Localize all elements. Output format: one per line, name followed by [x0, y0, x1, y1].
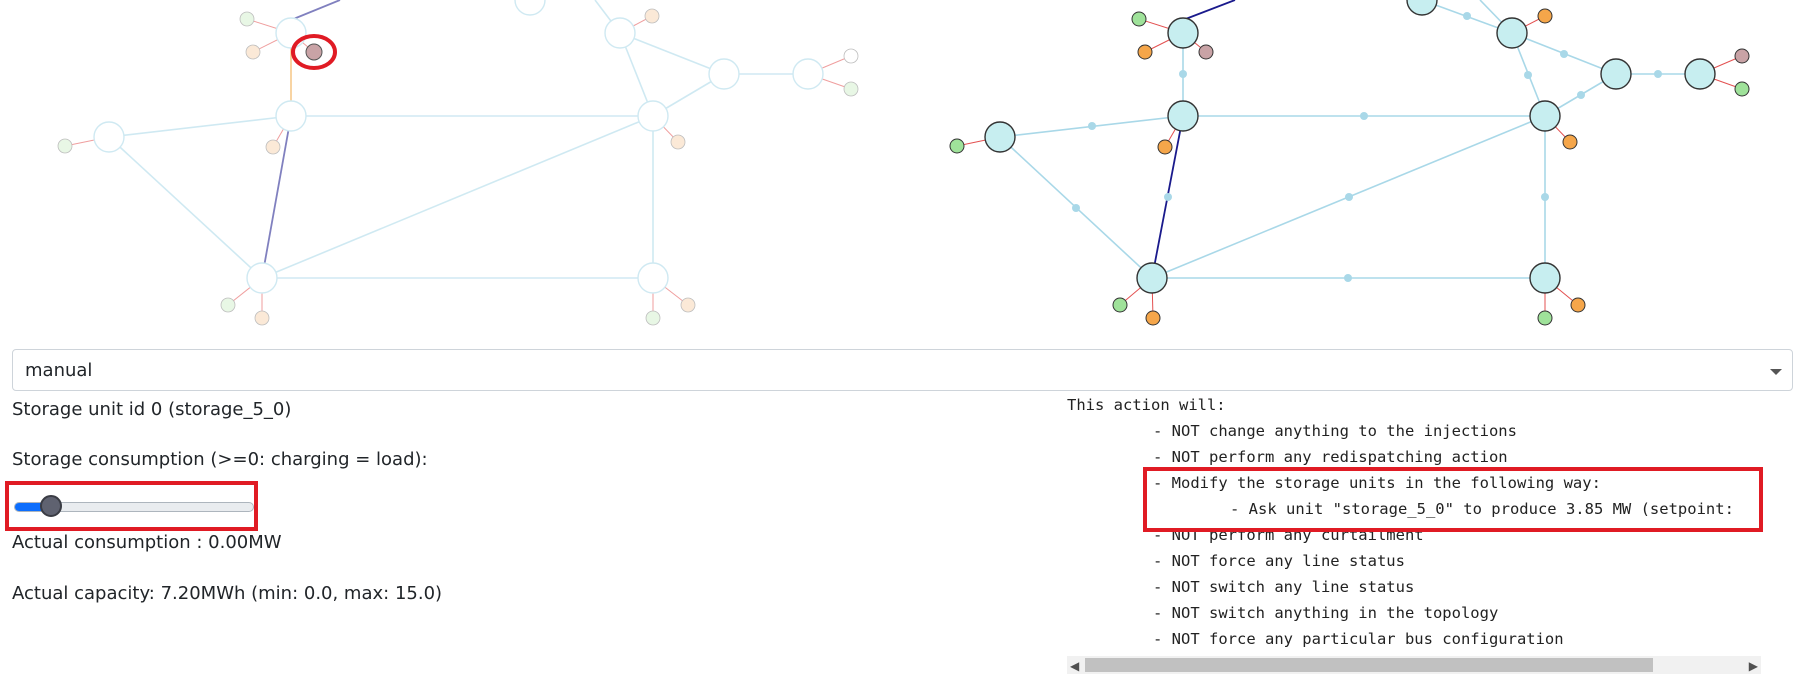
horizontal-scrollbar[interactable]: ◀ ▶ — [1067, 656, 1761, 674]
mode-select[interactable]: manual — [12, 349, 1793, 391]
scroll-left-icon[interactable]: ◀ — [1070, 659, 1079, 673]
power-grid-view — [0, 0, 1803, 340]
scrollbar-thumb[interactable] — [1085, 658, 1653, 672]
action-line: - NOT switch any line status — [1153, 578, 1415, 596]
storage-unit-icon[interactable] — [305, 43, 323, 61]
previous-grid-state — [57, 0, 859, 326]
consumption-label: Storage consumption (>=0: charging = loa… — [12, 449, 428, 470]
substations — [984, 0, 1716, 294]
mode-select-value: manual — [25, 360, 93, 381]
actual-consumption: Actual consumption : 0.00MW — [12, 532, 282, 553]
action-line: - NOT switch anything in the topology — [1153, 604, 1499, 622]
simulated-grid-state — [949, 0, 1750, 326]
power-lines — [999, 0, 1700, 279]
grid-graph — [57, 0, 1750, 326]
action-header: This action will: — [1067, 396, 1226, 414]
actual-capacity: Actual capacity: 7.20MWh (min: 0.0, max:… — [12, 583, 443, 604]
action-line: - NOT change anything to the injections — [1153, 422, 1517, 440]
power-line-overflow — [1182, 0, 1236, 21]
action-line: - NOT force any particular bus configura… — [1153, 630, 1564, 648]
storage-action-highlight-box — [1143, 467, 1763, 532]
substations — [93, 0, 824, 294]
power-line-overflow — [290, 0, 341, 21]
action-line: - NOT force any line status — [1153, 552, 1405, 570]
action-line: - NOT perform any redispatching action — [1153, 448, 1508, 466]
storage-unit-title: Storage unit id 0 (storage_5_0) — [12, 399, 292, 420]
slider-highlight-box — [5, 481, 258, 531]
power-lines — [108, 0, 808, 279]
chevron-down-icon — [1770, 369, 1782, 375]
scroll-right-icon[interactable]: ▶ — [1749, 659, 1758, 673]
